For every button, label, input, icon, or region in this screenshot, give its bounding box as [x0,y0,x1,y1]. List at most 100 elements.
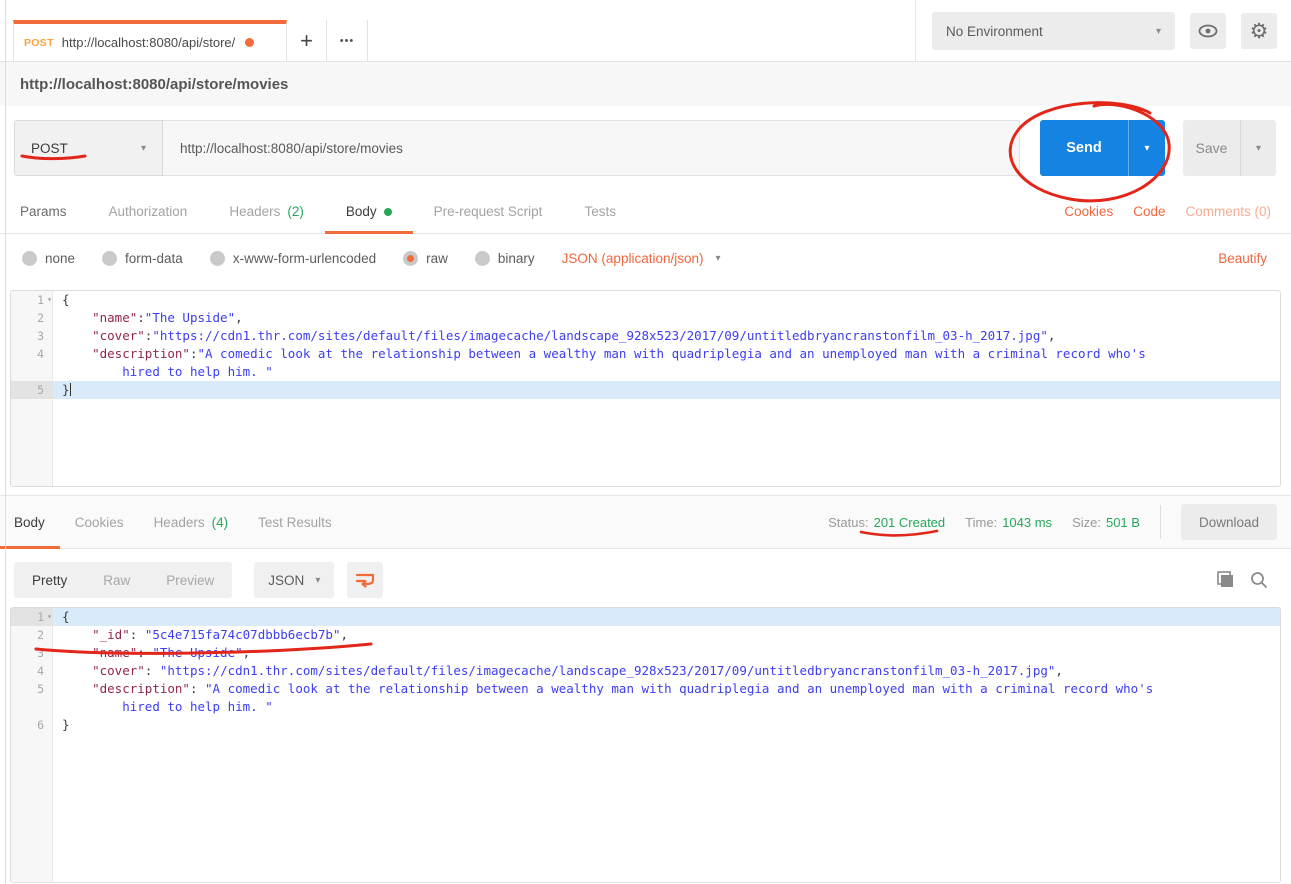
response-format-select[interactable]: JSON ▾ [254,562,334,598]
response-body-editor[interactable]: ▾1{2 "_id": "5c4e715fa74c07dbbb6ecb7b",3… [10,607,1281,883]
line-number: 3 [11,327,53,345]
code-token: : [137,310,145,325]
code-link[interactable]: Code [1133,204,1165,219]
code-token: "name" [92,645,137,660]
line-number: ▾1 [11,608,53,626]
code-token [62,310,92,325]
code-token [62,346,92,361]
chevron-down-icon: ▾ [1144,143,1149,154]
code-token [62,645,92,660]
request-body-editor[interactable]: ▾1{2 "name":"The Upside",3 "cover":"http… [10,290,1281,487]
editor-line: 2 "name":"The Upside", [11,309,1280,327]
line-content: "description": "A comedic look at the re… [53,680,1280,716]
tab-label: Params [20,204,67,219]
environment-select[interactable]: No Environment ▾ [932,12,1175,50]
view-mode-pretty[interactable]: Pretty [14,562,85,598]
code-token: { [62,292,70,307]
response-header: Body Cookies Headers(4) Test Results Status… [0,495,1291,549]
method-select[interactable]: POST ▾ [14,120,163,176]
content-type-select[interactable]: JSON (application/json) ▾ [562,251,721,266]
response-view-bar: PrettyRawPreview JSON ▾ [0,555,1291,605]
send-button[interactable]: Send [1040,120,1128,176]
line-number: 5 [11,381,53,399]
line-number: 5 [11,680,53,716]
editor-line: 6} [11,716,1280,734]
line-content: { [53,608,1280,626]
request-builder: POST ▾ http://localhost:8080/api/store/m… [0,106,1291,190]
tab-tests[interactable]: Tests [563,190,637,233]
body-type-radio-form-data[interactable]: form-data [102,251,183,266]
tab-label: Cookies [75,515,124,530]
editor-line: ▾1{ [11,291,1280,309]
beautify-link[interactable]: Beautify [1218,251,1291,266]
editor-line: 2 "_id": "5c4e715fa74c07dbbb6ecb7b", [11,626,1280,644]
response-meta: Status: 201 Created Time: 1043 ms Size: … [828,496,1291,548]
more-tabs-button[interactable]: ••• [327,20,368,61]
new-tab-button[interactable]: + [287,20,327,61]
request-title: http://localhost:8080/api/store/movies [20,76,288,93]
code-token [62,663,92,678]
green-dot-icon [384,208,392,216]
view-mode-raw[interactable]: Raw [85,562,148,598]
tab-label: Tests [584,204,616,219]
tab-pre-request-script[interactable]: Pre-request Script [413,190,564,233]
line-number: 4 [11,345,53,381]
send-options-button[interactable]: ▾ [1128,120,1165,176]
body-type-radio-none[interactable]: none [22,251,75,266]
environment-quick-look-button[interactable] [1190,13,1226,49]
comments-link[interactable]: Comments (0) [1185,204,1271,219]
view-mode-preview[interactable]: Preview [148,562,232,598]
radio-label: x-www-form-urlencoded [233,251,376,266]
line-content: "name":"The Upside", [53,309,1280,327]
tab-authorization[interactable]: Authorization [88,190,209,233]
chevron-down-icon: ▾ [1156,26,1161,37]
download-button[interactable]: Download [1181,504,1277,540]
code-token [62,328,92,343]
response-tab-cookies[interactable]: Cookies [60,496,139,548]
fold-caret-icon: ▾ [47,608,52,626]
content-type-value: JSON (application/json) [562,251,704,266]
save-button[interactable]: Save [1183,120,1240,176]
tab-headers[interactable]: Headers(2) [208,190,325,233]
body-type-radio-binary[interactable]: binary [475,251,535,266]
settings-button[interactable]: ⚙ [1241,13,1277,49]
wrap-text-icon [355,571,375,589]
line-content: } [53,716,1280,734]
tab-label: Test Results [258,515,332,530]
wrap-text-button[interactable] [347,562,383,598]
code-token: : [137,645,152,660]
send-button-group: Send ▾ [1040,120,1165,176]
request-tab[interactable]: POST http://localhost:8080/api/store/ [13,20,287,61]
tab-params[interactable]: Params [0,190,88,233]
radio-label: form-data [125,251,183,266]
size-value: 501 B [1106,515,1140,530]
url-input[interactable]: http://localhost:8080/api/store/movies [163,120,1020,176]
code-token: , [1048,328,1056,343]
postman-app: POST http://localhost:8080/api/store/ + … [0,0,1291,884]
tab-count: (2) [287,204,304,219]
cookies-link[interactable]: Cookies [1064,204,1113,219]
search-icon[interactable] [1249,570,1269,590]
body-type-radio-raw[interactable]: raw [403,251,448,266]
radio-label: none [45,251,75,266]
response-tab-test-results[interactable]: Test Results [243,496,347,548]
code-token: "5c4e715fa74c07dbbb6ecb7b" [145,627,341,642]
tab-url-label: http://localhost:8080/api/store/ [62,35,235,50]
line-content: { [53,291,1280,309]
line-content: } [53,381,1280,399]
save-options-button[interactable]: ▾ [1240,120,1276,176]
chevron-down-icon: ▾ [141,143,146,154]
code-token: } [62,717,70,732]
response-tab-body[interactable]: Body [0,496,60,548]
url-input-value: http://localhost:8080/api/store/movies [180,141,403,156]
copy-icon[interactable] [1215,570,1235,590]
line-content: "description":"A comedic look at the rel… [53,345,1280,381]
text-cursor [70,383,71,396]
line-content: "name": "The Upside", [53,644,1280,662]
response-tab-headers[interactable]: Headers(4) [139,496,244,548]
code-token: "name" [92,310,137,325]
code-token: : [130,627,145,642]
body-type-radio-x-www-form-urlencoded[interactable]: x-www-form-urlencoded [210,251,376,266]
code-token: "The Upside" [152,645,242,660]
tab-body[interactable]: Body [325,190,413,233]
